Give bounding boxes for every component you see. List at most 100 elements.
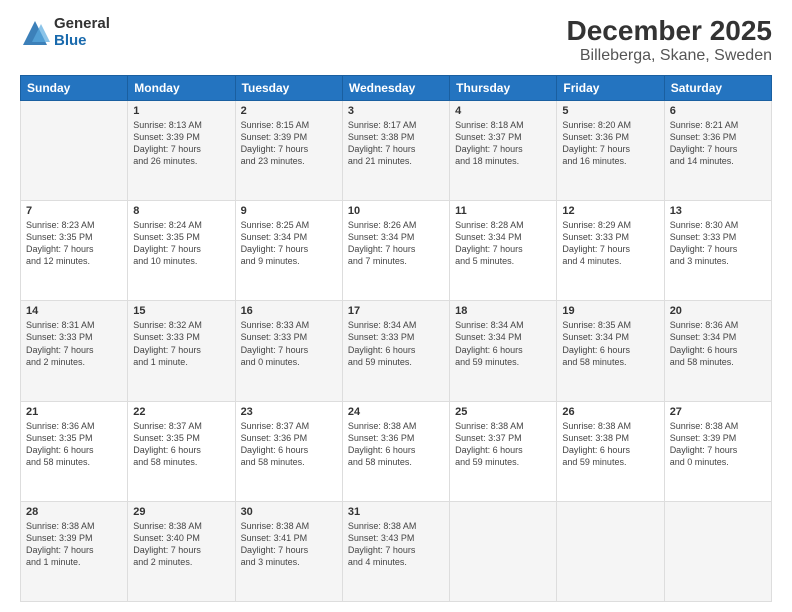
calendar-cell bbox=[450, 501, 557, 601]
day-content: Sunrise: 8:17 AM Sunset: 3:38 PM Dayligh… bbox=[348, 119, 444, 168]
day-number: 17 bbox=[348, 305, 444, 317]
calendar-cell bbox=[664, 501, 771, 601]
calendar-week-3: 14Sunrise: 8:31 AM Sunset: 3:33 PM Dayli… bbox=[21, 301, 772, 401]
calendar-cell: 12 Sunrise: 8:29 AM Sunset: 3:33 PM Dayli… bbox=[557, 201, 664, 301]
calendar-week-5: 28 Sunrise: 8:38 AM Sunset: 3:39 PM Dayli… bbox=[21, 501, 772, 601]
day-content: Sunrise: 8:30 AM Sunset: 3:33 PM Dayligh… bbox=[670, 219, 766, 268]
day-content: Sunrise: 8:38 AM Sunset: 3:41 PM Dayligh… bbox=[241, 520, 337, 569]
day-header-tuesday: Tuesday bbox=[235, 75, 342, 100]
day-number: 1 bbox=[133, 105, 229, 117]
day-number: 4 bbox=[455, 105, 551, 117]
calendar-cell: 8 Sunrise: 8:24 AM Sunset: 3:35 PM Daylig… bbox=[128, 201, 235, 301]
day-number: 11 bbox=[455, 205, 551, 217]
day-content: Sunrise: 8:32 AM Sunset: 3:33 PM Dayligh… bbox=[133, 319, 229, 368]
calendar-cell: 24Sunrise: 8:38 AM Sunset: 3:36 PM Dayli… bbox=[342, 401, 449, 501]
calendar-cell: 4 Sunrise: 8:18 AM Sunset: 3:37 PM Daylig… bbox=[450, 100, 557, 200]
day-number: 5 bbox=[562, 105, 658, 117]
day-content: Sunrise: 8:21 AM Sunset: 3:36 PM Dayligh… bbox=[670, 119, 766, 168]
day-number: 29 bbox=[133, 506, 229, 518]
day-content: Sunrise: 8:36 AM Sunset: 3:35 PM Dayligh… bbox=[26, 420, 122, 469]
day-content: Sunrise: 8:29 AM Sunset: 3:33 PM Dayligh… bbox=[562, 219, 658, 268]
day-content: Sunrise: 8:20 AM Sunset: 3:36 PM Dayligh… bbox=[562, 119, 658, 168]
calendar-cell: 28 Sunrise: 8:38 AM Sunset: 3:39 PM Dayli… bbox=[21, 501, 128, 601]
calendar-cell: 9 Sunrise: 8:25 AM Sunset: 3:34 PM Daylig… bbox=[235, 201, 342, 301]
day-content: Sunrise: 8:18 AM Sunset: 3:37 PM Dayligh… bbox=[455, 119, 551, 168]
calendar-week-2: 7Sunrise: 8:23 AM Sunset: 3:35 PM Daylig… bbox=[21, 201, 772, 301]
logo-general-text: General bbox=[54, 16, 110, 33]
day-number: 3 bbox=[348, 105, 444, 117]
day-number: 25 bbox=[455, 406, 551, 418]
calendar-cell: 14Sunrise: 8:31 AM Sunset: 3:33 PM Dayli… bbox=[21, 301, 128, 401]
day-content: Sunrise: 8:34 AM Sunset: 3:33 PM Dayligh… bbox=[348, 319, 444, 368]
calendar-cell bbox=[557, 501, 664, 601]
day-number: 13 bbox=[670, 205, 766, 217]
day-number: 16 bbox=[241, 305, 337, 317]
calendar-header-row: SundayMondayTuesdayWednesdayThursdayFrid… bbox=[21, 75, 772, 100]
day-content: Sunrise: 8:13 AM Sunset: 3:39 PM Dayligh… bbox=[133, 119, 229, 168]
day-content: Sunrise: 8:33 AM Sunset: 3:33 PM Dayligh… bbox=[241, 319, 337, 368]
day-number: 23 bbox=[241, 406, 337, 418]
calendar-cell: 13 Sunrise: 8:30 AM Sunset: 3:33 PM Dayli… bbox=[664, 201, 771, 301]
calendar-cell: 1 Sunrise: 8:13 AM Sunset: 3:39 PM Daylig… bbox=[128, 100, 235, 200]
calendar-subtitle: Billeberga, Skane, Sweden bbox=[567, 47, 772, 65]
day-number: 10 bbox=[348, 205, 444, 217]
calendar-cell: 15 Sunrise: 8:32 AM Sunset: 3:33 PM Dayli… bbox=[128, 301, 235, 401]
calendar-cell: 19Sunrise: 8:35 AM Sunset: 3:34 PM Dayli… bbox=[557, 301, 664, 401]
day-number: 20 bbox=[670, 305, 766, 317]
logo-blue-text: Blue bbox=[54, 33, 110, 50]
day-content: Sunrise: 8:38 AM Sunset: 3:38 PM Dayligh… bbox=[562, 420, 658, 469]
calendar-cell: 6 Sunrise: 8:21 AM Sunset: 3:36 PM Daylig… bbox=[664, 100, 771, 200]
day-content: Sunrise: 8:38 AM Sunset: 3:39 PM Dayligh… bbox=[26, 520, 122, 569]
calendar-cell: 21 Sunrise: 8:36 AM Sunset: 3:35 PM Dayli… bbox=[21, 401, 128, 501]
day-number: 9 bbox=[241, 205, 337, 217]
calendar-cell: 10 Sunrise: 8:26 AM Sunset: 3:34 PM Dayli… bbox=[342, 201, 449, 301]
day-number: 8 bbox=[133, 205, 229, 217]
day-number: 15 bbox=[133, 305, 229, 317]
calendar-cell: 16 Sunrise: 8:33 AM Sunset: 3:33 PM Dayli… bbox=[235, 301, 342, 401]
day-number: 7 bbox=[26, 205, 122, 217]
day-content: Sunrise: 8:34 AM Sunset: 3:34 PM Dayligh… bbox=[455, 319, 551, 368]
day-header-saturday: Saturday bbox=[664, 75, 771, 100]
day-number: 31 bbox=[348, 506, 444, 518]
day-content: Sunrise: 8:15 AM Sunset: 3:39 PM Dayligh… bbox=[241, 119, 337, 168]
day-content: Sunrise: 8:38 AM Sunset: 3:40 PM Dayligh… bbox=[133, 520, 229, 569]
calendar-title: December 2025 bbox=[567, 16, 772, 47]
calendar-cell: 27 Sunrise: 8:38 AM Sunset: 3:39 PM Dayli… bbox=[664, 401, 771, 501]
day-number: 6 bbox=[670, 105, 766, 117]
calendar-cell: 31Sunrise: 8:38 AM Sunset: 3:43 PM Dayli… bbox=[342, 501, 449, 601]
calendar-cell: 11Sunrise: 8:28 AM Sunset: 3:34 PM Dayli… bbox=[450, 201, 557, 301]
day-content: Sunrise: 8:38 AM Sunset: 3:37 PM Dayligh… bbox=[455, 420, 551, 469]
calendar-table: SundayMondayTuesdayWednesdayThursdayFrid… bbox=[20, 75, 772, 602]
calendar-week-1: 1 Sunrise: 8:13 AM Sunset: 3:39 PM Daylig… bbox=[21, 100, 772, 200]
day-content: Sunrise: 8:24 AM Sunset: 3:35 PM Dayligh… bbox=[133, 219, 229, 268]
day-number: 18 bbox=[455, 305, 551, 317]
day-content: Sunrise: 8:35 AM Sunset: 3:34 PM Dayligh… bbox=[562, 319, 658, 368]
calendar-cell: 30 Sunrise: 8:38 AM Sunset: 3:41 PM Dayli… bbox=[235, 501, 342, 601]
day-number: 21 bbox=[26, 406, 122, 418]
day-number: 14 bbox=[26, 305, 122, 317]
calendar-cell: 7Sunrise: 8:23 AM Sunset: 3:35 PM Daylig… bbox=[21, 201, 128, 301]
day-number: 26 bbox=[562, 406, 658, 418]
calendar-cell: 2 Sunrise: 8:15 AM Sunset: 3:39 PM Daylig… bbox=[235, 100, 342, 200]
day-content: Sunrise: 8:36 AM Sunset: 3:34 PM Dayligh… bbox=[670, 319, 766, 368]
page-header: General Blue December 2025 Billeberga, S… bbox=[20, 16, 772, 65]
calendar-cell bbox=[21, 100, 128, 200]
day-number: 22 bbox=[133, 406, 229, 418]
calendar-cell: 17 Sunrise: 8:34 AM Sunset: 3:33 PM Dayli… bbox=[342, 301, 449, 401]
day-content: Sunrise: 8:26 AM Sunset: 3:34 PM Dayligh… bbox=[348, 219, 444, 268]
calendar-cell: 3 Sunrise: 8:17 AM Sunset: 3:38 PM Daylig… bbox=[342, 100, 449, 200]
calendar-cell: 20 Sunrise: 8:36 AM Sunset: 3:34 PM Dayli… bbox=[664, 301, 771, 401]
day-number: 30 bbox=[241, 506, 337, 518]
day-header-monday: Monday bbox=[128, 75, 235, 100]
day-number: 12 bbox=[562, 205, 658, 217]
day-header-wednesday: Wednesday bbox=[342, 75, 449, 100]
day-number: 2 bbox=[241, 105, 337, 117]
day-content: Sunrise: 8:37 AM Sunset: 3:35 PM Dayligh… bbox=[133, 420, 229, 469]
calendar-cell: 23Sunrise: 8:37 AM Sunset: 3:36 PM Dayli… bbox=[235, 401, 342, 501]
calendar-cell: 22 Sunrise: 8:37 AM Sunset: 3:35 PM Dayli… bbox=[128, 401, 235, 501]
day-number: 27 bbox=[670, 406, 766, 418]
day-content: Sunrise: 8:25 AM Sunset: 3:34 PM Dayligh… bbox=[241, 219, 337, 268]
day-number: 28 bbox=[26, 506, 122, 518]
day-content: Sunrise: 8:38 AM Sunset: 3:39 PM Dayligh… bbox=[670, 420, 766, 469]
day-number: 24 bbox=[348, 406, 444, 418]
